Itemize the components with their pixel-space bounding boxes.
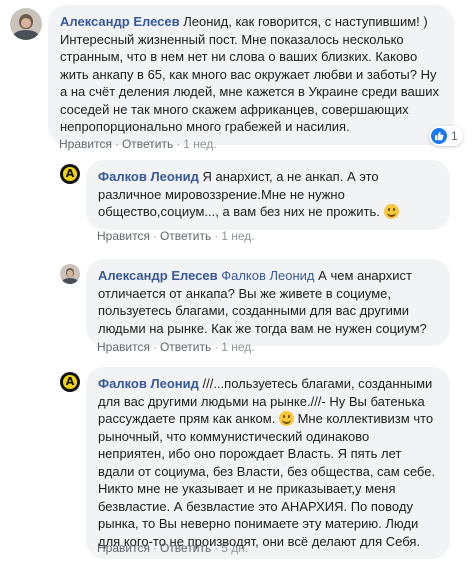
reply-link[interactable]: Ответить [160, 541, 211, 555]
like-link[interactable]: Нравится [97, 541, 150, 555]
comment-author[interactable]: Александр Елесев [98, 268, 218, 283]
comment-mention[interactable]: Фалков Леонид [221, 268, 314, 283]
comment-actions: Нравится · Ответить · 1 нед. [59, 137, 217, 151]
reply-link[interactable]: Ответить [160, 229, 211, 243]
reply-link[interactable]: Ответить [160, 340, 211, 354]
comment-time[interactable]: 1 нед. [221, 340, 254, 354]
comment-time[interactable]: 1 нед. [183, 137, 216, 151]
avatar[interactable]: A [60, 372, 80, 392]
comment-actions: Нравится · Ответить · 5 дн. [97, 541, 249, 555]
comment-author[interactable]: Фалков Леонид [98, 376, 199, 391]
reaction-count[interactable]: 1 [429, 126, 463, 146]
avatar[interactable] [10, 8, 42, 40]
like-link[interactable]: Нравится [59, 137, 112, 151]
smiley-icon [383, 204, 399, 219]
comment-bubble: Александр Елесев Фалков Леонид А чем ана… [86, 259, 450, 346]
comment-actions: Нравится · Ответить · 1 нед. [97, 340, 255, 354]
comment-actions: Нравится · Ответить · 1 нед. [97, 229, 255, 243]
reaction-count-value: 1 [451, 129, 458, 143]
comment-author[interactable]: Александр Елесев [60, 14, 180, 29]
like-icon [431, 128, 447, 144]
comment-bubble: Александр Елесев Леонид, как говорится, … [48, 5, 454, 145]
comment-text-continued: Мне коллективизм что рыночный, что комму… [98, 411, 436, 549]
avatar[interactable] [60, 264, 80, 284]
smiley-icon [278, 411, 294, 426]
comment-time[interactable]: 5 дн. [221, 541, 248, 555]
comment-text: Леонид, как говорится, с наступившим! ) … [60, 14, 439, 134]
comment-bubble: Фалков Леонид Я анархист, а не анкап. А … [86, 160, 450, 230]
like-link[interactable]: Нравится [97, 229, 150, 243]
comment-bubble: Фалков Леонид ///...пользуетесь благами,… [86, 367, 450, 559]
reply-link[interactable]: Ответить [122, 137, 173, 151]
avatar[interactable]: A [60, 164, 80, 184]
like-link[interactable]: Нравится [97, 340, 150, 354]
comment-time[interactable]: 1 нед. [221, 229, 254, 243]
comment-author[interactable]: Фалков Леонид [98, 169, 199, 184]
